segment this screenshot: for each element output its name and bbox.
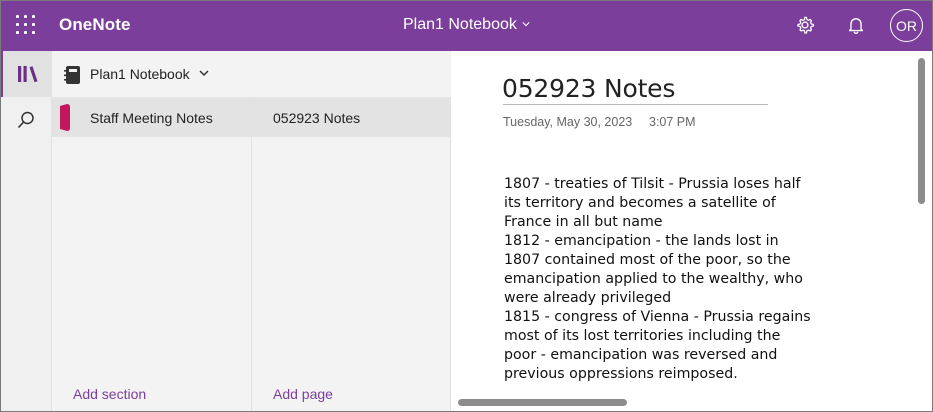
search-button[interactable]	[0, 97, 52, 143]
page-canvas[interactable]: 052923 Notes Tuesday, May 30, 2023 3:07 …	[452, 51, 933, 412]
pages-pane: 052923 Notes Add page	[252, 98, 451, 412]
note-line: most of its lost territories including t…	[504, 328, 781, 344]
note-line: its territory and becomes a satellite of	[504, 195, 776, 211]
sections-pane: Staff Meeting Notes Add section	[52, 98, 252, 412]
page-label: 052923 Notes	[273, 110, 361, 126]
page-time: 3:07 PM	[649, 115, 696, 129]
add-section-button[interactable]: Add section	[73, 386, 146, 402]
note-body[interactable]: 1807 - treaties of Tilsit - Prussia lose…	[504, 175, 811, 384]
notebook-switcher-label: Plan1 Notebook	[403, 16, 517, 33]
note-line: 1807 - treaties of Tilsit - Prussia lose…	[504, 176, 801, 192]
avatar[interactable]: OR	[890, 9, 923, 42]
horizontal-scrollbar[interactable]	[458, 399, 627, 406]
page-title[interactable]: 052923 Notes	[502, 74, 675, 103]
section-label: Staff Meeting Notes	[90, 110, 213, 126]
search-icon	[17, 111, 34, 129]
page-date: Tuesday, May 30, 2023	[503, 115, 633, 129]
left-rail	[0, 51, 52, 412]
top-bar: OneNote Plan1 Notebook OR	[0, 0, 933, 51]
chevron-down-icon	[199, 70, 209, 77]
section-color-tab	[60, 104, 70, 131]
app-title[interactable]: OneNote	[59, 15, 131, 35]
note-line: were already privileged	[504, 290, 672, 306]
note-line: France in all but name	[504, 214, 663, 230]
add-page-button[interactable]: Add page	[273, 386, 333, 402]
notebooks-button[interactable]	[0, 51, 52, 97]
note-line: previous oppressions reimposed.	[504, 366, 738, 382]
notebook-icon	[64, 66, 80, 84]
chevron-down-icon	[522, 21, 530, 26]
note-line: 1807 contained most of the poor, so the	[504, 252, 791, 268]
notebook-name: Plan1 Notebook	[90, 66, 190, 82]
page-item-052923-notes[interactable]: 052923 Notes	[252, 98, 451, 137]
gear-icon[interactable]	[794, 14, 816, 36]
title-divider	[503, 104, 768, 105]
note-line: emancipation applied to the wealthy, who	[504, 271, 803, 287]
notebook-switcher[interactable]: Plan1 Notebook	[403, 16, 530, 34]
notebooks-icon	[17, 66, 37, 83]
section-item-staff-meeting-notes[interactable]: Staff Meeting Notes	[52, 98, 251, 137]
waffle-icon[interactable]	[14, 13, 38, 37]
note-line: 1815 - congress of Vienna - Prussia rega…	[504, 309, 811, 325]
note-line: poor - emancipation was reversed and	[504, 347, 778, 363]
note-line: 1812 - emancipation - the lands lost in	[504, 233, 779, 249]
notebook-header[interactable]: Plan1 Notebook	[52, 51, 451, 98]
vertical-scrollbar[interactable]	[918, 58, 925, 204]
bell-icon[interactable]	[845, 14, 867, 36]
